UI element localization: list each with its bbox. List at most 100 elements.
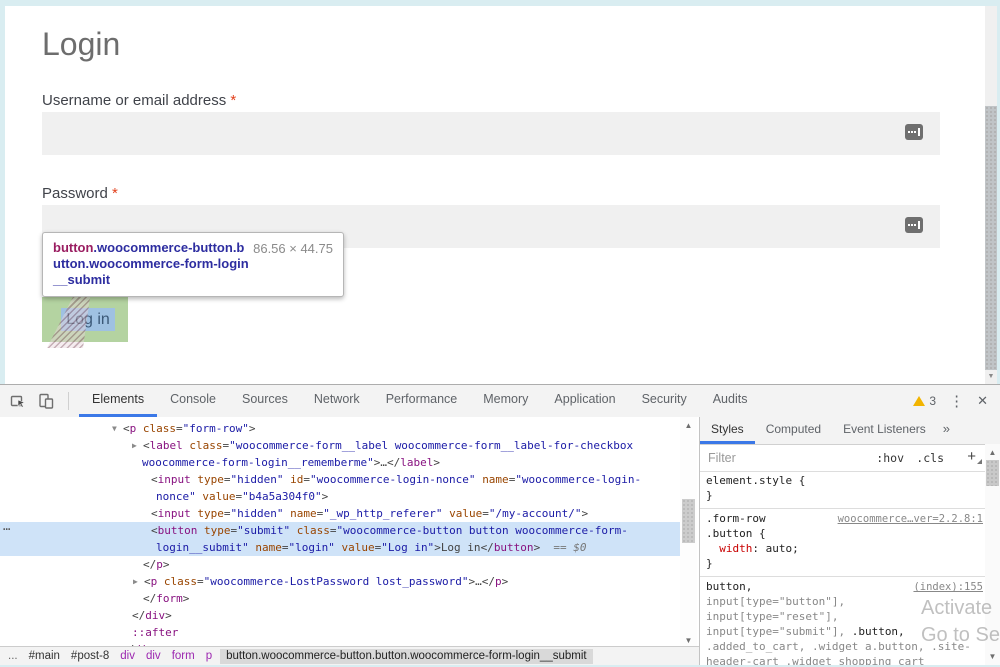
tab-console[interactable]: Console — [157, 385, 229, 417]
tab-sources[interactable]: Sources — [229, 385, 301, 417]
code-token: .button { — [706, 527, 766, 540]
scroll-down-arrow-icon[interactable]: ▼ — [985, 652, 1000, 661]
style-line[interactable]: .button { — [706, 527, 983, 542]
password-manager-bar-icon — [918, 221, 920, 229]
scroll-down-arrow-icon[interactable]: ▼ — [985, 370, 997, 384]
username-label-text: Username or email address — [42, 92, 226, 109]
warning-badge[interactable]: 3 — [913, 394, 936, 408]
devtools-tab-bar: Elements Console Sources Network Perform… — [79, 385, 760, 417]
breadcrumb-item[interactable]: #post-8 — [71, 650, 109, 662]
code-line[interactable]: woocommerce-form-login__rememberme">…</l… — [0, 454, 680, 471]
code-token: div — [145, 609, 165, 622]
tab-audits[interactable]: Audits — [700, 385, 761, 417]
tab-network[interactable]: Network — [301, 385, 373, 417]
style-line[interactable]: width: auto; — [706, 542, 983, 557]
code-token: > — [249, 422, 256, 435]
filter-input[interactable]: Filter — [708, 451, 736, 465]
tab-application[interactable]: Application — [541, 385, 628, 417]
breadcrumb-item[interactable]: form — [172, 650, 195, 662]
code-token: input — [158, 473, 191, 486]
warning-icon — [913, 396, 925, 406]
code-token: : — [752, 542, 765, 555]
code-line-selected[interactable]: <button type="submit" class="woocommerce… — [0, 522, 680, 539]
device-toolbar-icon[interactable] — [36, 391, 56, 411]
code-line[interactable]: <input type="hidden" name="_wp_http_refe… — [0, 505, 680, 522]
code-token: input[type="button"], — [706, 595, 845, 608]
elements-scrollbar-thumb[interactable] — [682, 499, 695, 543]
code-token: ; — [792, 542, 799, 555]
code-token: nonce" — [156, 490, 196, 503]
tab-memory[interactable]: Memory — [470, 385, 541, 417]
pseudo-state-toggle[interactable]: :hov — [876, 451, 904, 465]
code-token: "woocommerce-login- — [515, 473, 641, 486]
code-line-selected[interactable]: login__submit" name="login" value="Log i… — [0, 539, 680, 556]
selected-row-marker-icon: ⋯ — [3, 521, 10, 538]
rule-source-link[interactable]: (index):155 — [913, 581, 983, 593]
code-line[interactable]: nonce" value="b4a5a304f0"> — [0, 488, 680, 505]
style-line[interactable]: header-cart .widget_shopping_cart — [706, 655, 983, 665]
code-line[interactable]: ::after — [0, 624, 680, 641]
tab-event-listeners[interactable]: Event Listeners — [832, 417, 937, 444]
class-toggle[interactable]: .cls — [916, 451, 944, 465]
password-label-text: Password — [42, 185, 108, 202]
style-rule-element[interactable]: element.style { } — [700, 471, 1000, 509]
password-manager-icon[interactable] — [905, 124, 923, 140]
rule-source-link[interactable]: woocommerce…ver=2.2.8:1 — [838, 513, 983, 525]
code-line[interactable]: </form> — [0, 590, 680, 607]
code-token: input[type="submit"], — [706, 625, 845, 638]
username-input[interactable] — [42, 112, 940, 155]
code-token — [290, 524, 297, 537]
style-rule-form-row-button[interactable]: woocommerce…ver=2.2.8:1 .form-row .butto… — [700, 509, 1000, 577]
code-token: </ — [482, 575, 495, 588]
scroll-up-arrow-icon[interactable]: ▲ — [985, 448, 1000, 457]
code-token: } — [706, 557, 713, 570]
code-token: = — [303, 473, 310, 486]
page-scrollbar[interactable]: ▼ — [985, 6, 997, 384]
code-line[interactable]: ▶<p class="woocommerce-LostPassword lost… — [0, 573, 680, 590]
code-token: .button, — [845, 625, 905, 638]
code-line[interactable]: </div> — [0, 607, 680, 624]
close-icon[interactable]: ✕ — [977, 393, 988, 409]
code-token: > — [582, 507, 589, 520]
tab-elements[interactable]: Elements — [79, 385, 157, 417]
inspect-element-icon[interactable] — [8, 391, 28, 411]
code-token: class — [297, 524, 330, 537]
code-line[interactable]: ▶<label class="woocommerce-form__label w… — [0, 437, 680, 454]
window-edge-top — [0, 0, 1000, 6]
code-token: "_wp_http_referer" — [323, 507, 442, 520]
page-scrollbar-thumb[interactable] — [985, 106, 997, 370]
code-token: > — [502, 575, 509, 588]
breadcrumb-item[interactable]: div — [120, 650, 135, 662]
code-line[interactable]: </p> — [0, 556, 680, 573]
style-line[interactable]: } — [706, 557, 983, 572]
breadcrumb-item[interactable]: button.woocommerce-button.button.woocomm… — [220, 649, 593, 664]
password-manager-icon[interactable] — [905, 217, 923, 233]
code-line[interactable]: <input type="hidden" id="woocommerce-log… — [0, 471, 680, 488]
styles-scrollbar-thumb[interactable] — [986, 460, 999, 486]
tab-styles[interactable]: Styles — [700, 417, 755, 444]
breadcrumb-item[interactable]: div — [146, 650, 161, 662]
tab-performance[interactable]: Performance — [373, 385, 471, 417]
style-line[interactable]: } — [706, 489, 983, 504]
required-asterisk: * — [230, 92, 236, 109]
breadcrumb-item[interactable]: p — [206, 650, 212, 662]
breadcrumb-item[interactable]: #main — [29, 650, 60, 662]
more-tabs-icon[interactable]: » — [937, 417, 956, 444]
code-token — [197, 524, 204, 537]
new-style-rule-button[interactable]: + — [967, 448, 976, 465]
scroll-down-arrow-icon[interactable]: ▼ — [680, 636, 697, 645]
code-token: } — [706, 489, 713, 502]
code-token: ▼ — [112, 420, 123, 437]
kebab-menu-icon[interactable]: ⋮ — [949, 392, 964, 410]
style-line[interactable]: element.style { — [706, 474, 983, 489]
code-token: input[type="reset"], — [706, 610, 838, 623]
code-line[interactable]: ▼<p class="form-row"> — [0, 420, 680, 437]
scroll-up-arrow-icon[interactable]: ▲ — [680, 421, 697, 430]
tab-computed[interactable]: Computed — [755, 417, 832, 444]
elements-scrollbar[interactable]: ▲ ▼ — [680, 417, 697, 649]
code-token: button, — [706, 580, 752, 593]
code-token: "submit" — [237, 524, 290, 537]
breadcrumb-item[interactable]: ... — [8, 650, 18, 662]
code-token: element.style { — [706, 474, 805, 487]
tab-security[interactable]: Security — [629, 385, 700, 417]
